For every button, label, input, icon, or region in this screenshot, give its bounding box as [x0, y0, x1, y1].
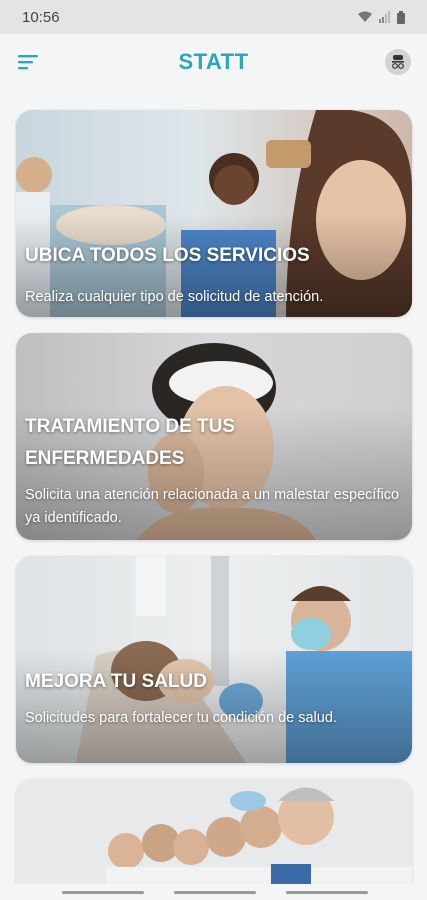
user-icon — [392, 55, 404, 69]
dentist-image — [16, 556, 412, 763]
card-title: UBICA TODOS LOS SERVICIOS — [25, 245, 310, 266]
nav-pill-left[interactable] — [62, 891, 144, 894]
wifi-icon — [358, 11, 372, 22]
card-title: MEJORA TU SALUD — [25, 671, 207, 692]
service-card-improve-health[interactable]: MEJORA TU SALUD Solicitudes para fortale… — [16, 556, 412, 763]
navigation-bar — [0, 884, 427, 900]
avatar[interactable] — [385, 49, 411, 75]
card-description: Realiza cualquier tipo de solicitud de a… — [25, 289, 324, 305]
app-bar: STATT — [0, 34, 427, 90]
service-card-treatment[interactable]: TRATAMIENTO DE TUS ENFERMEDADES Solicita… — [16, 333, 412, 540]
status-icons — [357, 10, 405, 24]
nav-pill-right[interactable] — [286, 891, 368, 894]
status-bar: 10:56 — [0, 0, 427, 34]
menu-icon[interactable] — [18, 52, 40, 72]
card-description: Solicita una atención relacionada a un m… — [25, 487, 400, 526]
service-card-medical-team[interactable] — [16, 779, 412, 889]
battery-icon — [397, 10, 405, 24]
doctors-group-image — [16, 779, 412, 889]
card-description: Solicitudes para fortalecer tu condición… — [25, 710, 337, 726]
card-title: TRATAMIENTO DE TUS ENFERMEDADES — [25, 416, 236, 469]
nav-pill-center[interactable] — [174, 891, 256, 894]
signal-icon — [379, 11, 390, 23]
app-title: STATT — [178, 49, 249, 74]
status-time: 10:56 — [22, 8, 60, 26]
service-card-all-services[interactable]: UBICA TODOS LOS SERVICIOS Realiza cualqu… — [16, 110, 412, 317]
